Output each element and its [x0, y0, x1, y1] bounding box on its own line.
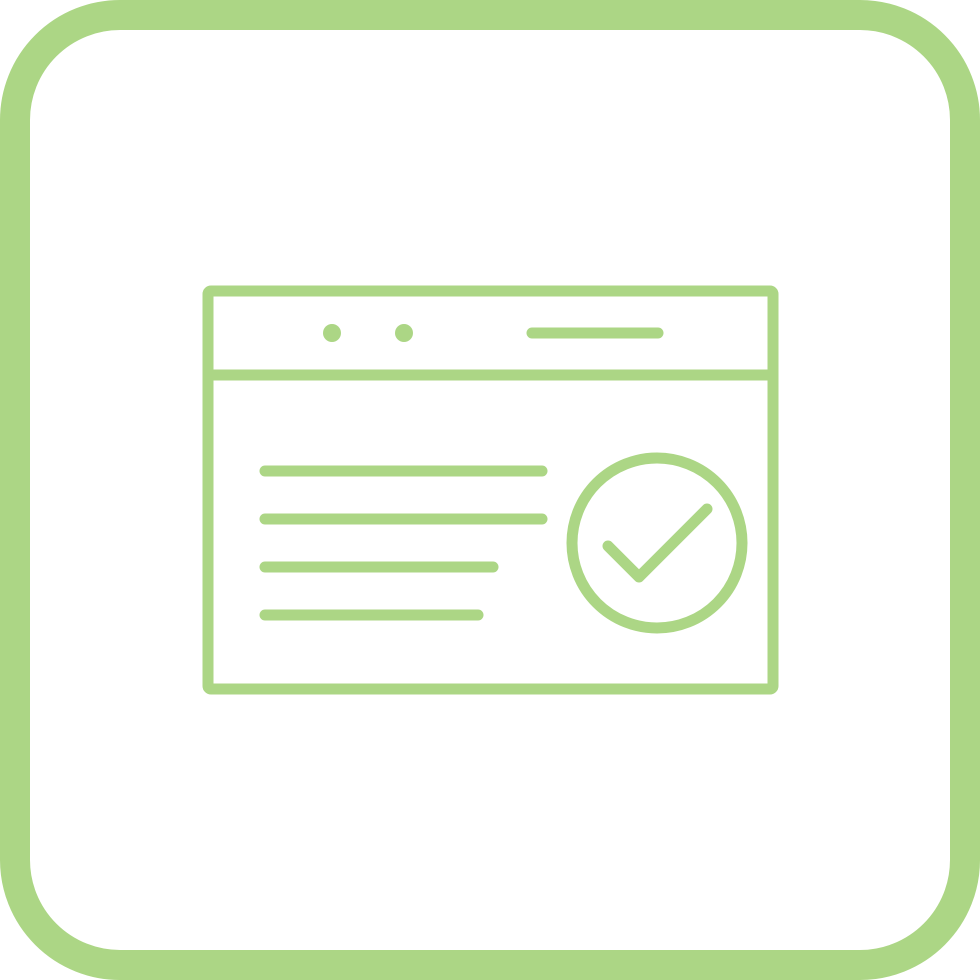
rounded-frame: [0, 0, 980, 980]
check-circle-icon: [566, 452, 748, 634]
content-text-lines: [259, 465, 548, 621]
browser-window-icon: [202, 285, 779, 695]
check-circle-outline: [566, 452, 748, 634]
check-mark-icon: [602, 503, 713, 583]
browser-verified-icon: [0, 0, 980, 980]
window-dot-icon: [323, 324, 341, 342]
window-dot-icon: [395, 324, 413, 342]
browser-window-outline: [202, 285, 779, 695]
icon-canvas: [0, 0, 980, 980]
